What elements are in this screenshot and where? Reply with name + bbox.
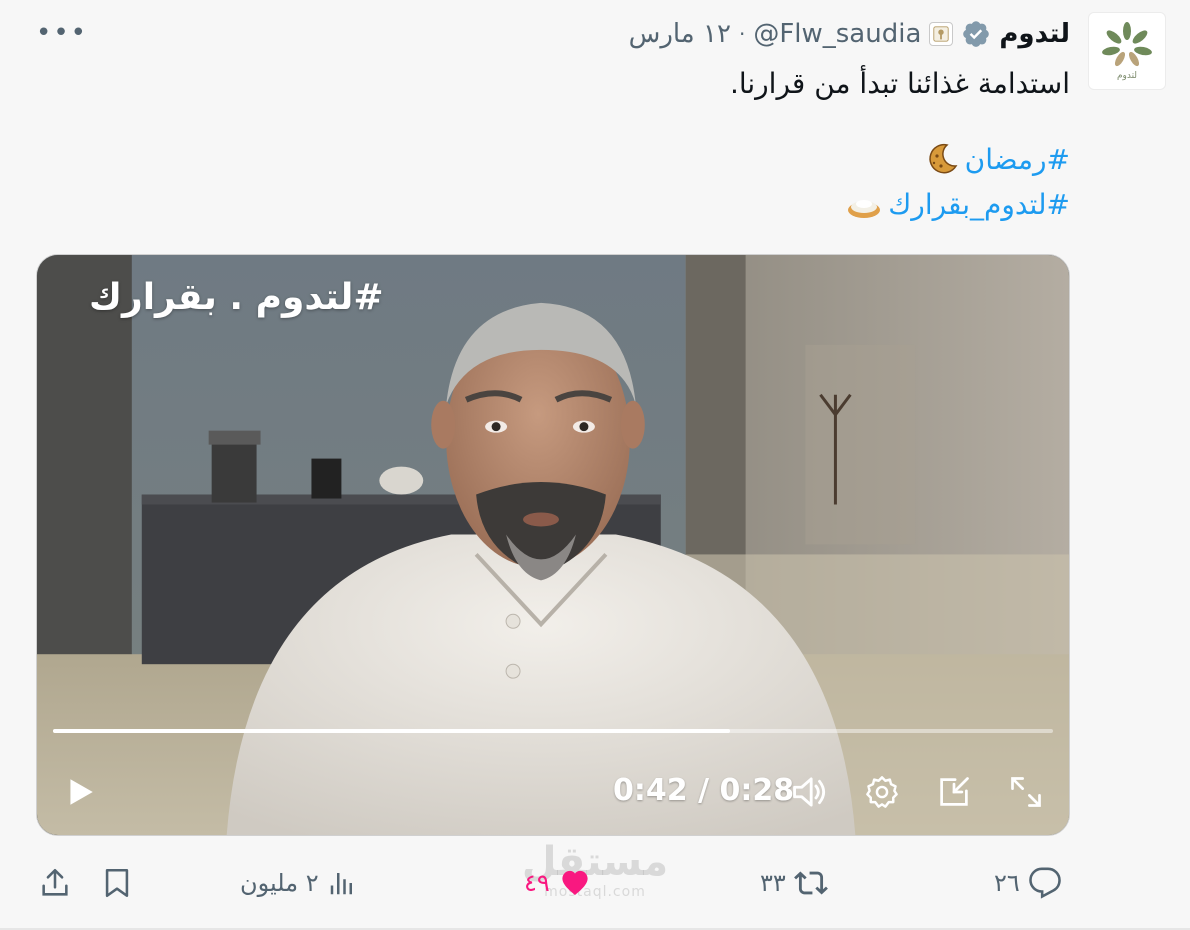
heart-icon: [562, 870, 588, 896]
views-icon: [330, 873, 352, 895]
tweet-body: استدامة غذائنا تبدأ من قرارنا.: [729, 67, 1070, 100]
progress-bar[interactable]: [53, 729, 1053, 733]
bookmark-button[interactable]: [100, 858, 134, 908]
hashtag-text[interactable]: #لتدوم_بقرارك: [888, 188, 1070, 221]
views-button[interactable]: ٢ مليون: [240, 858, 357, 908]
logo-icon: [1102, 22, 1152, 67]
reply-button[interactable]: ٢٦: [994, 858, 1062, 908]
separator-dot: ·: [738, 22, 746, 46]
affiliation-icon[interactable]: [929, 22, 954, 46]
reply-icon: [1028, 867, 1061, 899]
dish-emoji-icon: [848, 199, 881, 218]
video-overlay-hashtag: #لتدوم . بقرارك: [89, 277, 384, 318]
tweet-header: لتدوم @Flw_saudia · ١٢ مارس: [629, 16, 1070, 52]
video-frame: [37, 255, 1069, 835]
video-controls: 0:42 / 0:28: [37, 755, 1069, 829]
bookmark-icon: [105, 868, 129, 898]
handle[interactable]: @Flw_saudia: [753, 19, 921, 49]
display-name[interactable]: لتدوم: [999, 19, 1070, 49]
settings-button[interactable]: [859, 769, 905, 815]
hashtag-ramadan[interactable]: #رمضان: [925, 142, 1070, 176]
time-display: 0:42 / 0:28: [613, 773, 795, 808]
retweet-icon: [793, 871, 828, 895]
hashtag-campaign[interactable]: #لتدوم_بقرارك: [846, 188, 1070, 221]
volume-icon: [793, 777, 826, 807]
pip-button[interactable]: [931, 769, 977, 815]
retweet-count: ٣٣: [760, 869, 786, 897]
action-bar: ٢٦ ٣٣ ٤٩ ٢ مليون: [0, 858, 1190, 908]
video-player[interactable]: #لتدوم . بقرارك 0:42 / 0:28: [36, 254, 1070, 836]
moon-emoji-icon: [928, 143, 958, 174]
play-icon: [70, 779, 93, 805]
fullscreen-button[interactable]: [1003, 769, 1049, 815]
avatar[interactable]: لتدوم: [1088, 12, 1166, 90]
hashtag-text[interactable]: #رمضان: [965, 143, 1070, 176]
play-button[interactable]: [57, 769, 103, 815]
share-icon: [42, 868, 68, 896]
avatar-caption: لتدوم: [1116, 71, 1138, 81]
more-icon[interactable]: •••: [36, 18, 88, 48]
like-button[interactable]: ٤٩: [524, 858, 592, 908]
fullscreen-icon: [1011, 777, 1041, 807]
volume-button[interactable]: [787, 769, 833, 815]
progress-bar-fill: [53, 729, 730, 733]
tweet[interactable]: لتدوم لتدوم @Flw_saudia · ١٢ مارس ••• اس…: [0, 0, 1190, 930]
pip-icon: [940, 777, 969, 806]
share-button[interactable]: [38, 858, 72, 908]
reply-count: ٢٦: [994, 869, 1020, 897]
tweet-date[interactable]: ١٢ مارس: [629, 19, 731, 49]
retweet-button[interactable]: ٣٣: [760, 858, 828, 908]
like-count: ٤٩: [524, 869, 550, 897]
verified-icon: [963, 21, 990, 47]
views-count: ٢ مليون: [240, 869, 319, 897]
settings-icon: [866, 776, 898, 808]
